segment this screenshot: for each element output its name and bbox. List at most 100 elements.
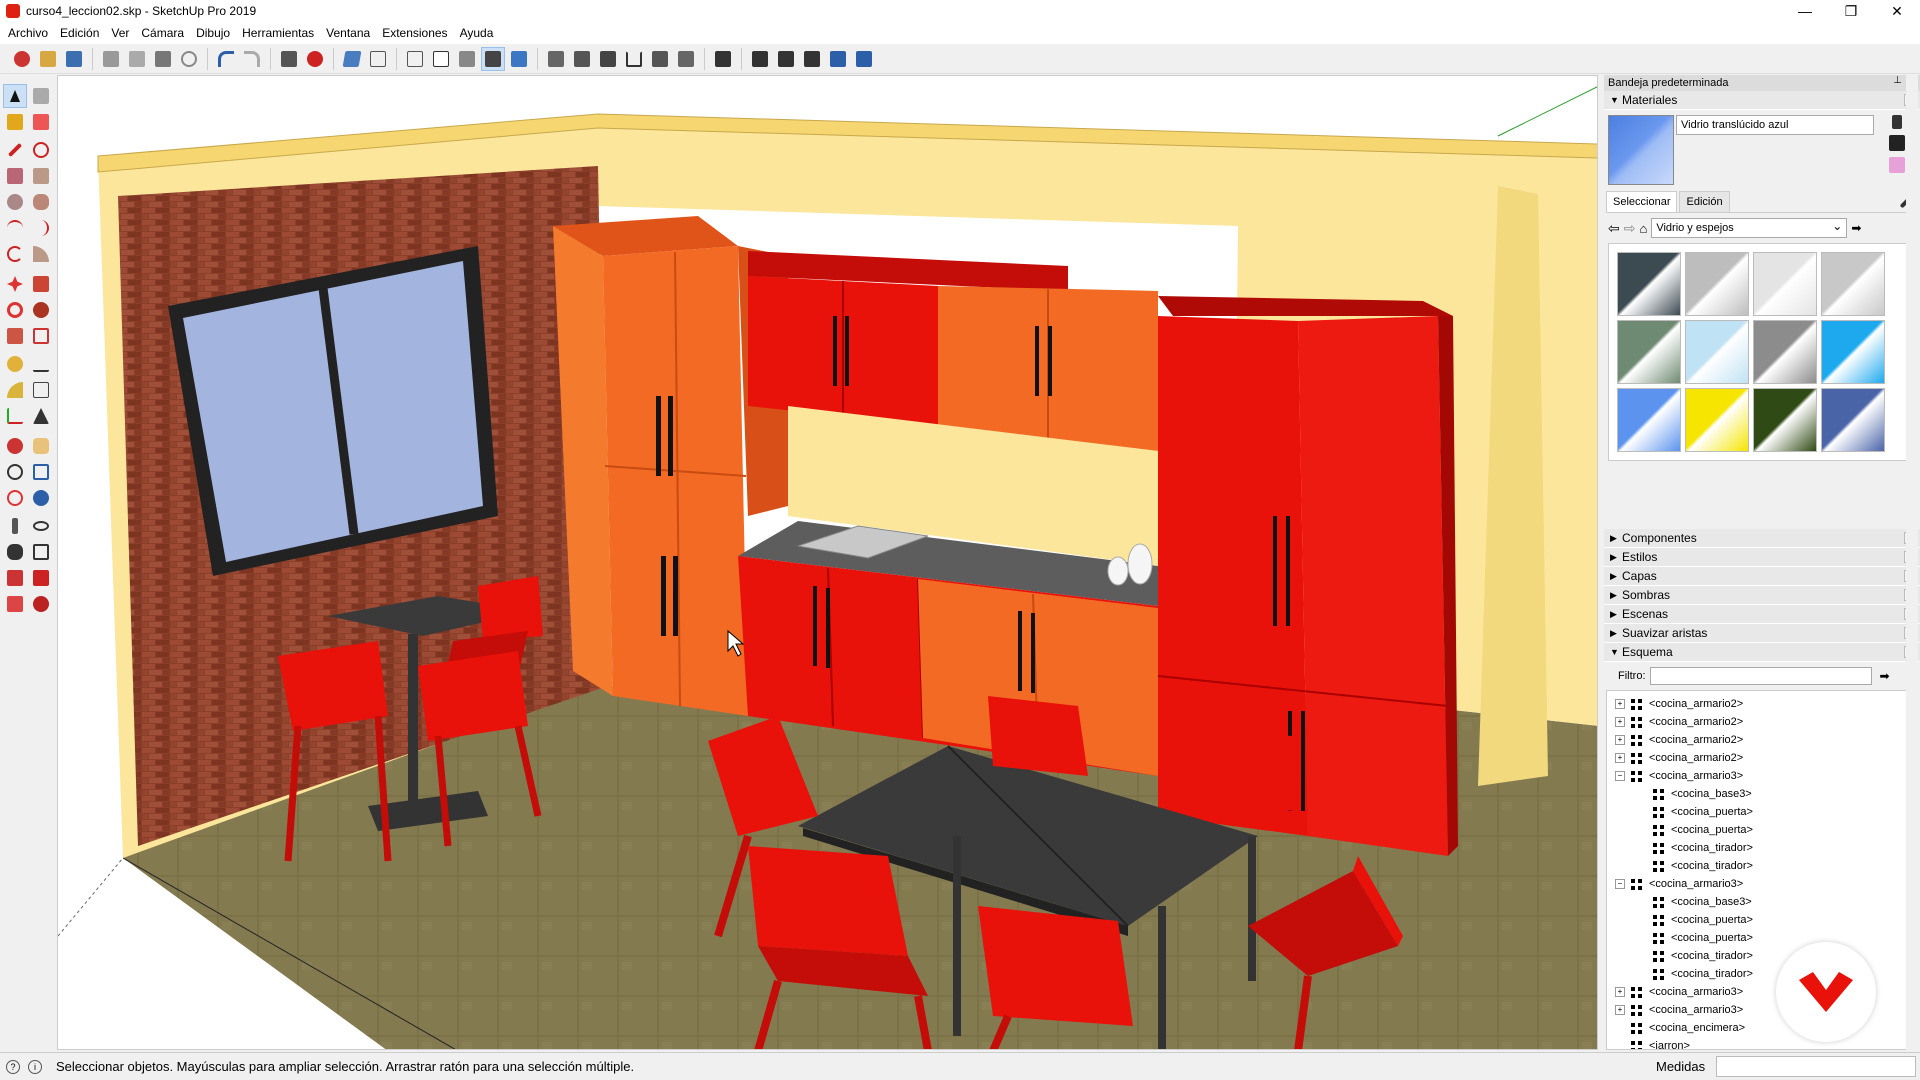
select-tool[interactable] (3, 84, 27, 108)
look-around-tool[interactable] (29, 514, 53, 538)
minimize-button[interactable]: — (1782, 0, 1828, 22)
scenes-section-header[interactable]: ▶Escenas× (1604, 605, 1920, 624)
outliner-row[interactable]: + <cocina_armario3> (1615, 983, 1743, 1001)
maximize-button[interactable]: ❐ (1828, 0, 1874, 22)
model-info-button[interactable] (303, 47, 327, 71)
walk-tool[interactable] (3, 540, 27, 564)
model-viewport[interactable] (57, 75, 1598, 1050)
tray-scrollbar[interactable] (1906, 75, 1918, 1050)
circle-tool[interactable] (3, 190, 27, 214)
pin-icon[interactable]: ⊥ (1893, 75, 1902, 86)
outliner-row[interactable]: + <cocina_armario2> (1615, 731, 1743, 749)
geolocation-icon[interactable]: ? (6, 1059, 20, 1074)
xray-button[interactable] (340, 47, 364, 71)
paint-bucket-icon[interactable] (1889, 135, 1905, 151)
warehouse-button[interactable] (711, 47, 735, 71)
material-swatch[interactable] (1617, 320, 1681, 384)
outliner-row[interactable]: <cocina_encimera> (1615, 1019, 1745, 1037)
pan-tool[interactable] (29, 434, 53, 458)
polygon-tool[interactable] (29, 190, 53, 214)
extension-warehouse-tool[interactable] (29, 566, 53, 590)
expand-toggle-icon[interactable]: + (1615, 735, 1625, 745)
material-swatch[interactable] (1821, 388, 1885, 452)
outliner-row[interactable]: <cocina_tirador> (1637, 857, 1753, 875)
expand-toggle-icon[interactable]: + (1615, 699, 1625, 709)
outliner-row[interactable]: <cocina_puerta> (1637, 929, 1753, 947)
material-swatch[interactable] (1685, 252, 1749, 316)
extension-3-button[interactable] (800, 47, 824, 71)
material-swatch[interactable] (1685, 388, 1749, 452)
warehouse-tool[interactable] (3, 566, 27, 590)
menu-extensiones[interactable]: Extensiones (376, 26, 453, 40)
shaded-textures-button[interactable] (481, 46, 505, 71)
layout-tool[interactable] (3, 592, 27, 616)
freehand-tool[interactable] (29, 138, 53, 162)
expand-toggle-icon[interactable]: − (1615, 771, 1625, 781)
back-view-button[interactable] (648, 47, 672, 71)
wireframe-button[interactable] (403, 47, 427, 71)
layers-section-header[interactable]: ▶Capas× (1604, 567, 1920, 586)
print-button[interactable] (277, 47, 301, 71)
details-arrow-icon[interactable]: ➡ (1851, 221, 1861, 235)
material-swatch[interactable] (1753, 252, 1817, 316)
save-button[interactable] (62, 47, 86, 71)
material-swatch[interactable] (1685, 320, 1749, 384)
outliner-row[interactable]: − <cocina_armario3> (1615, 767, 1743, 785)
position-camera-tool[interactable] (3, 514, 27, 538)
extension-4-button[interactable] (826, 47, 850, 71)
follow-me-tool[interactable] (29, 298, 53, 322)
section-plane-tool[interactable] (29, 540, 53, 564)
monochrome-button[interactable] (507, 47, 531, 71)
outliner-row[interactable]: <cocina_tirador> (1637, 947, 1753, 965)
close-button[interactable]: ✕ (1874, 0, 1920, 22)
copy-button[interactable] (125, 47, 149, 71)
measurements-input[interactable] (1716, 1056, 1916, 1077)
material-library-dropdown[interactable]: Vidrio y espejos (1651, 218, 1848, 238)
tab-select[interactable]: Seleccionar (1606, 191, 1678, 212)
outliner-row[interactable]: <cocina_puerta> (1637, 821, 1753, 839)
outliner-row[interactable]: + <cocina_armario2> (1615, 695, 1743, 713)
front-view-button[interactable] (596, 47, 620, 71)
new-file-button[interactable] (10, 47, 34, 71)
material-swatch[interactable] (1821, 320, 1885, 384)
expand-toggle-icon[interactable]: − (1615, 879, 1625, 889)
menu-archivo[interactable]: Archivo (2, 26, 54, 40)
material-name-field[interactable]: Vidrio translúcido azul (1676, 115, 1874, 135)
make-component-tool[interactable] (29, 84, 53, 108)
menu-ayuda[interactable]: Ayuda (454, 26, 500, 40)
text-tool[interactable] (29, 378, 53, 402)
back-edges-button[interactable] (366, 47, 390, 71)
outliner-row[interactable]: + <cocina_armario2> (1615, 749, 1743, 767)
menu-ventana[interactable]: Ventana (320, 26, 376, 40)
forward-arrow-icon[interactable]: ⇨ (1624, 220, 1636, 237)
right-view-button[interactable] (622, 47, 646, 71)
undo-button[interactable] (214, 47, 238, 71)
shadows-section-header[interactable]: ▶Sombras× (1604, 586, 1920, 605)
open-file-button[interactable] (36, 47, 60, 71)
three-point-arc-tool[interactable] (3, 242, 27, 266)
scale-tool[interactable] (3, 324, 27, 348)
zoom-tool[interactable] (3, 460, 27, 484)
outliner-row[interactable]: <cocina_base3> (1637, 893, 1752, 911)
move-tool[interactable] (3, 272, 27, 296)
dimension-tool[interactable] (29, 352, 53, 376)
menu-camara[interactable]: Cámara (135, 26, 190, 40)
pie-tool[interactable] (29, 242, 53, 266)
filter-input[interactable] (1649, 667, 1872, 685)
paint-bucket-tool[interactable] (3, 110, 27, 134)
create-material-icon[interactable] (1892, 115, 1902, 129)
expand-toggle-icon[interactable]: + (1615, 1005, 1625, 1015)
cut-button[interactable] (99, 47, 123, 71)
arc-tool[interactable] (3, 216, 27, 240)
menu-edicion[interactable]: Edición (54, 26, 105, 40)
rotated-rectangle-tool[interactable] (29, 164, 53, 188)
expand-toggle-icon[interactable]: + (1615, 987, 1625, 997)
menu-herramientas[interactable]: Herramientas (236, 26, 320, 40)
outliner-row[interactable]: <cocina_tirador> (1637, 965, 1753, 983)
line-tool[interactable] (3, 138, 27, 162)
outliner-row[interactable]: <jarron> (1615, 1037, 1690, 1049)
previous-view-tool[interactable] (29, 486, 53, 510)
tape-measure-tool[interactable] (3, 352, 27, 376)
details-arrow-icon[interactable]: ➡ (1880, 669, 1890, 683)
components-section-header[interactable]: ▶Componentes× (1604, 529, 1920, 548)
